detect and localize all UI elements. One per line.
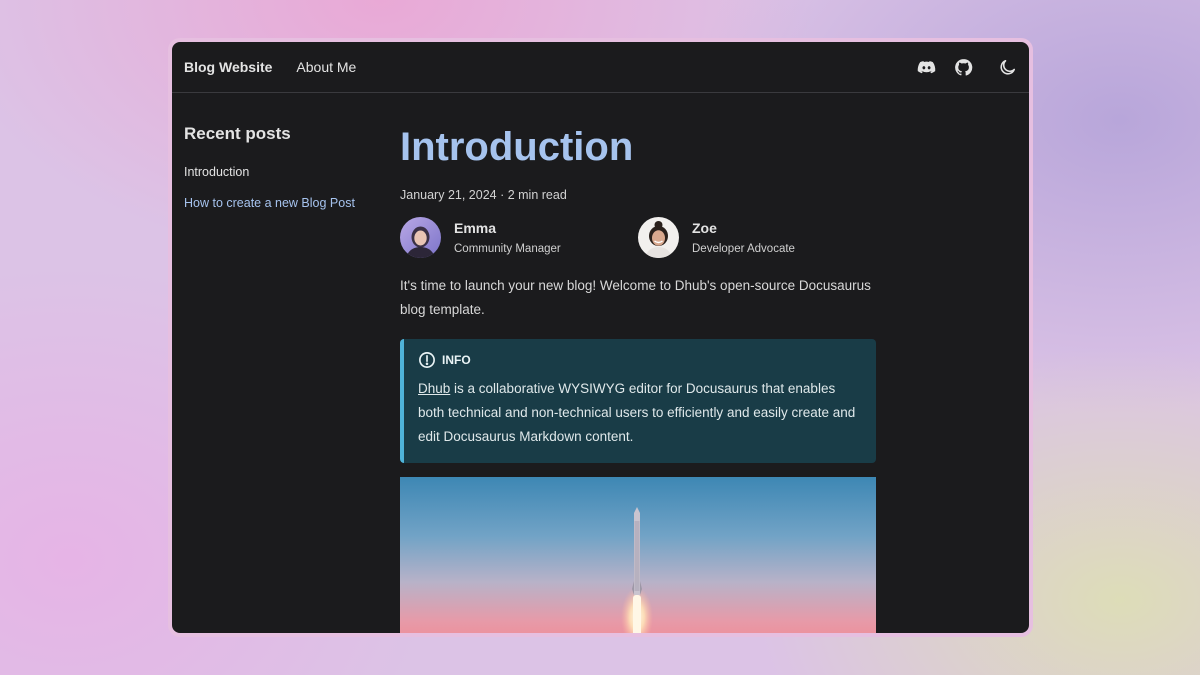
admonition-label: INFO [442, 353, 471, 367]
github-icon[interactable] [953, 58, 973, 78]
author-zoe[interactable]: Zoe Developer Advocate [638, 217, 876, 258]
recent-posts-sidebar: Recent posts Introduction How to create … [184, 124, 374, 227]
avatar [400, 217, 441, 258]
author-name: Emma [454, 220, 497, 236]
discord-icon[interactable] [916, 58, 936, 78]
author-emma[interactable]: Emma Community Manager [400, 217, 638, 258]
sidebar-item-create-blog-post[interactable]: How to create a new Blog Post [184, 196, 374, 211]
navbar-icons [899, 42, 1017, 93]
navbar: Blog Website About Me [172, 42, 1029, 93]
author-name: Zoe [692, 220, 717, 236]
info-icon [419, 352, 435, 368]
authors: Emma Community Manager Zoe Developer Adv… [400, 217, 876, 258]
blog-post: Introduction January 21, 2024 · 2 min re… [400, 122, 876, 633]
site-brand[interactable]: Blog Website [184, 59, 272, 75]
dhub-link[interactable]: Dhub [418, 381, 450, 396]
nav-link-about-me[interactable]: About Me [296, 59, 356, 75]
hero-rocket-image [400, 477, 876, 633]
post-intro: It's time to launch your new blog! Welco… [400, 278, 871, 317]
avatar [638, 217, 679, 258]
info-admonition: INFO Dhub is a collaborative WYSIWYG edi… [400, 339, 876, 463]
post-meta: January 21, 2024 · 2 min read [400, 188, 567, 202]
post-title: Introduction [400, 125, 634, 169]
author-role: Developer Advocate [692, 243, 795, 255]
sidebar-title: Recent posts [184, 124, 291, 143]
admonition-body: Dhub is a collaborative WYSIWYG editor f… [418, 377, 862, 449]
admonition-text: is a collaborative WYSIWYG editor for Do… [418, 381, 856, 444]
admonition-heading: INFO [418, 351, 862, 369]
browser-window: Blog Website About Me Recent posts Intro… [168, 38, 1033, 637]
sidebar-item-introduction[interactable]: Introduction [184, 165, 374, 180]
author-role: Community Manager [454, 243, 561, 255]
moon-icon[interactable] [997, 58, 1017, 78]
